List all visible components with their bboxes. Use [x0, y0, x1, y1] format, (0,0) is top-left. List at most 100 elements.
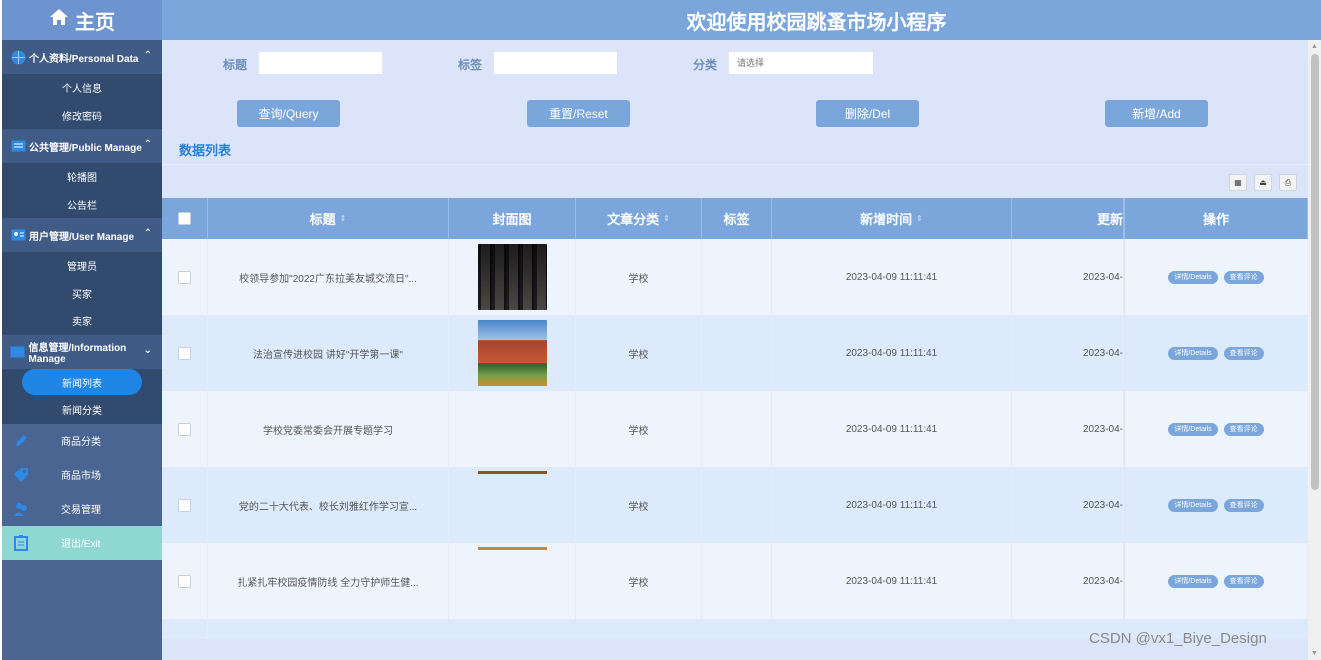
globe-icon	[10, 50, 26, 64]
cover-image	[477, 244, 547, 310]
category-select[interactable]	[728, 51, 874, 75]
col-title[interactable]: 标题 ⇕	[208, 198, 449, 239]
sidebar-item-label: 管理员	[67, 262, 97, 274]
sidebar-group-personal[interactable]: 个人资料/Personal Data ⌃	[2, 40, 162, 74]
cover-cell	[449, 239, 576, 315]
sidebar: 主页 个人资料/Personal Data ⌃ 个人信息 修改密码 公共管理/P…	[2, 0, 162, 660]
ops-cell: 详情/Details 查看评论	[1124, 391, 1308, 467]
tag-cell	[702, 315, 772, 391]
print-icon[interactable]: ⎙	[1279, 174, 1297, 191]
cover-image	[477, 547, 547, 550]
tag-cell	[702, 467, 772, 543]
updated-cell: 2023-04-	[1012, 543, 1124, 619]
row-checkbox[interactable]	[178, 498, 191, 512]
home-link[interactable]: 主页	[2, 0, 162, 40]
row-select-cell	[162, 315, 208, 391]
col-updated-label: 更新	[1096, 212, 1123, 227]
comments-button[interactable]: 查看评论	[1223, 270, 1264, 284]
sidebar-group-label: 用户管理/User Manage	[29, 231, 135, 243]
cover-cell	[449, 467, 576, 543]
tag-cell	[702, 543, 772, 619]
add-button[interactable]: 新增/Add	[1105, 100, 1208, 127]
cover-image	[477, 320, 547, 386]
sidebar-group-info[interactable]: 信息管理/Information Manage ⌄	[2, 334, 162, 369]
sidebar-item-change-password[interactable]: 修改密码	[2, 102, 162, 130]
details-button[interactable]: 详情/Details	[1168, 422, 1218, 436]
comments-button[interactable]: 查看评论	[1223, 574, 1264, 588]
sidebar-item-product-category[interactable]: 商品分类	[2, 424, 162, 458]
sidebar-item-label: 公告栏	[67, 200, 97, 212]
title-cell: 学校党委常委会开展专题学习	[208, 391, 449, 467]
title-cell: 扎紧扎牢校园疫情防线 全力守护师生健...	[208, 543, 449, 619]
row-checkbox[interactable]	[178, 346, 191, 360]
col-category[interactable]: 文章分类 ⇕	[576, 198, 702, 239]
reset-button[interactable]: 重置/Reset	[527, 100, 630, 127]
ops-cell: 详情/Details 查看评论	[1124, 543, 1308, 619]
created-cell: 2023-04-09 11:11:41	[772, 467, 1012, 543]
chevron-down-icon: ⌄	[143, 344, 152, 356]
sidebar-item-buyer[interactable]: 买家	[2, 280, 162, 308]
sidebar-item-notice[interactable]: 公告栏	[2, 191, 162, 219]
updated-cell: 2023-04-	[1012, 315, 1124, 391]
row-checkbox[interactable]	[178, 270, 191, 284]
vertical-scrollbar[interactable]: ▲ ▼	[1308, 40, 1321, 660]
sidebar-item-exit[interactable]: 退出/Exit	[2, 525, 162, 560]
details-button[interactable]: 详情/Details	[1168, 574, 1218, 588]
query-button[interactable]: 查询/Query	[237, 100, 340, 127]
comments-button[interactable]: 查看评论	[1223, 346, 1264, 360]
created-cell: 2023-04-09 11:11:41	[772, 239, 1012, 315]
updated-cell: 2023-04-	[1012, 239, 1124, 315]
row-checkbox[interactable]	[178, 574, 191, 588]
title-cell: 校领导参加"2022广东拉美友城交流日"...	[208, 239, 449, 315]
scrollbar-thumb[interactable]	[1311, 54, 1319, 490]
info-icon	[10, 345, 26, 359]
sidebar-item-label: 新闻列表	[22, 369, 142, 396]
col-created[interactable]: 新增时间 ⇕	[772, 198, 1012, 239]
category-cell: 学校	[576, 239, 702, 315]
sidebar-item-carousel[interactable]: 轮播图	[2, 163, 162, 191]
delete-button[interactable]: 删除/Del	[816, 100, 919, 127]
sidebar-group-user[interactable]: 用户管理/User Manage ⌃	[2, 218, 162, 252]
comments-button[interactable]: 查看评论	[1223, 422, 1264, 436]
sidebar-item-news-category[interactable]: 新闻分类	[2, 396, 162, 424]
sidebar-item-trade[interactable]: 交易管理	[2, 492, 162, 526]
details-button[interactable]: 详情/Details	[1168, 498, 1218, 512]
sidebar-item-label: 交易管理	[61, 505, 101, 516]
details-button[interactable]: 详情/Details	[1168, 346, 1218, 360]
row-checkbox[interactable]	[178, 422, 191, 436]
grid-view-icon[interactable]: ▦	[1229, 174, 1247, 191]
comments-button[interactable]: 查看评论	[1223, 498, 1264, 512]
users-icon	[12, 500, 30, 518]
details-button[interactable]: 详情/Details	[1168, 270, 1218, 284]
table-row: 学校党委常委会开展专题学习 学校 2023-04-09 11:11:41 202…	[162, 391, 1308, 467]
updated-cell: 2023-04-	[1012, 391, 1124, 467]
created-cell: 2023-04-09 11:11:41	[772, 315, 1012, 391]
table-header: 标题 ⇕ 封面图 文章分类 ⇕ 标签 新增时间 ⇕ 更新 操作	[162, 198, 1308, 239]
col-updated[interactable]: 更新	[1012, 198, 1124, 239]
export-icon[interactable]: ⏏	[1254, 174, 1272, 191]
tag-icon	[12, 466, 30, 484]
title-search-input[interactable]	[258, 51, 383, 75]
category-label: 分类	[693, 58, 718, 72]
card-icon	[10, 139, 26, 153]
sidebar-group-label: 个人资料/Personal Data	[29, 53, 139, 65]
sidebar-item-news-list[interactable]: 新闻列表	[2, 369, 162, 397]
sort-icon: ⇕	[663, 214, 670, 223]
category-cell: 学校	[576, 391, 702, 467]
cover-cell	[449, 315, 576, 391]
scroll-down-icon[interactable]: ▼	[1311, 650, 1318, 657]
select-all-checkbox[interactable]	[178, 212, 191, 225]
category-cell: 学校	[576, 543, 702, 619]
category-cell: 学校	[576, 467, 702, 543]
sidebar-group-public[interactable]: 公共管理/Public Manage ⌃	[2, 129, 162, 163]
cover-image	[477, 471, 547, 474]
sidebar-item-personal-info[interactable]: 个人信息	[2, 74, 162, 102]
row-select-cell	[162, 543, 208, 619]
sidebar-item-seller[interactable]: 卖家	[2, 307, 162, 335]
scroll-up-icon[interactable]: ▲	[1311, 43, 1318, 50]
sidebar-item-market[interactable]: 商品市场	[2, 458, 162, 492]
col-title-label: 标题	[309, 212, 336, 227]
select-all-cell	[162, 198, 208, 239]
tag-search-input[interactable]	[493, 51, 618, 75]
sidebar-item-admin[interactable]: 管理员	[2, 252, 162, 280]
